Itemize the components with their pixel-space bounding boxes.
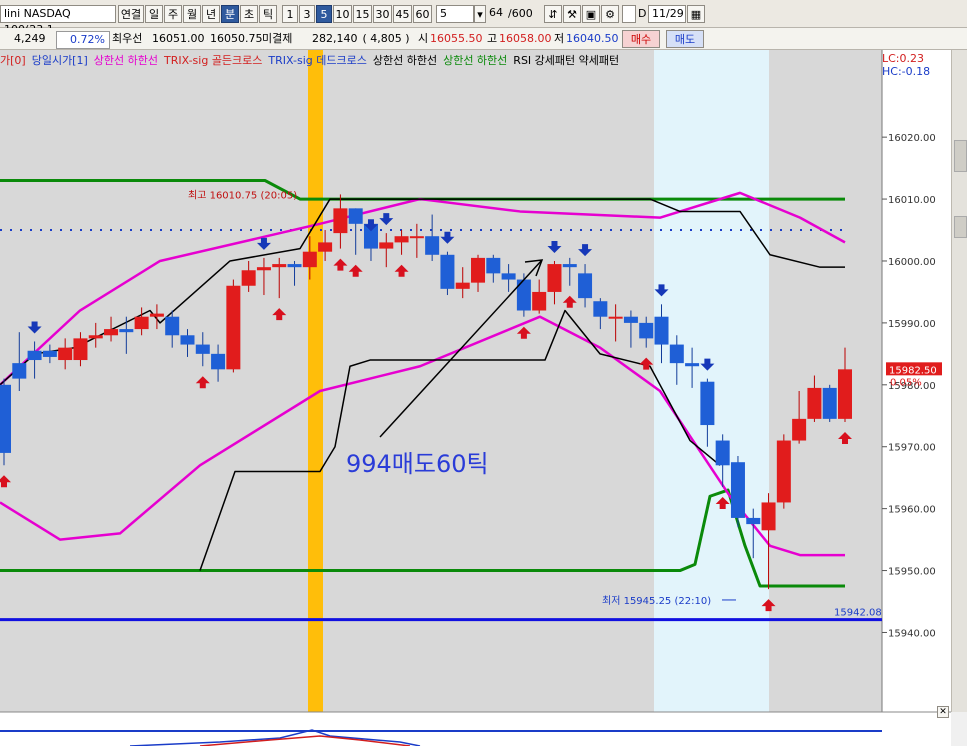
- candle-body: [302, 251, 317, 268]
- hc-value: HC:-0.18: [882, 65, 931, 78]
- y-tick-label: 15940.00: [888, 628, 936, 639]
- legend-item-5: 상한선 하한선: [372, 54, 438, 67]
- candle-body: [226, 285, 241, 370]
- candle-body: [241, 270, 256, 286]
- candle-body: [532, 291, 547, 311]
- candle-body: [838, 369, 852, 419]
- y-tick-label: 16010.00: [888, 195, 936, 206]
- candle-body: [486, 257, 501, 274]
- candle-body: [822, 387, 837, 419]
- candle-body: [211, 353, 226, 370]
- horizontal-blue-label: 15942.08: [834, 608, 882, 619]
- legend-item-0: 가[0]: [0, 54, 26, 67]
- candle-body: [180, 335, 195, 345]
- candle-body: [333, 208, 348, 234]
- y-tick-label: 15950.00: [888, 567, 936, 578]
- candle-body: [654, 316, 669, 345]
- candle-body: [287, 264, 302, 268]
- legend-item-1: 당일시가[1]: [31, 54, 88, 67]
- candle-body: [0, 384, 11, 453]
- candle-body: [256, 267, 271, 271]
- candle-body: [425, 236, 440, 255]
- y-tick-label: 16000.00: [888, 257, 936, 268]
- candle-body: [501, 273, 516, 280]
- candle-body: [669, 344, 684, 364]
- legend-item-7: RSI 강세패턴 약세패턴: [513, 54, 620, 67]
- sell-annotation: 994매도60틱: [346, 450, 489, 478]
- y-tick-label: 15990.00: [888, 319, 936, 330]
- indicator-legend: 가[0] 당일시가[1] 상한선 하한선 TRIX-sig 골든크로스 TRIX-sig…: [0, 52, 625, 70]
- scroll-thumb-2[interactable]: [954, 216, 967, 238]
- current-pct-label: 0.05%: [890, 377, 922, 388]
- candle-body: [792, 418, 807, 441]
- candle-body: [27, 350, 42, 361]
- candle-body: [440, 254, 455, 289]
- y-tick-label: 16020.00: [888, 133, 936, 144]
- candle-body: [409, 236, 424, 239]
- y-tick-label: 15970.00: [888, 443, 936, 454]
- candle-body: [104, 329, 119, 336]
- candle-body: [379, 242, 394, 249]
- candle-body: [700, 381, 715, 426]
- candle-body: [165, 316, 180, 336]
- candle-body: [807, 387, 822, 419]
- hc-box: LC:0.23 HC:-0.18: [882, 52, 930, 78]
- close-icon[interactable]: ✕: [937, 706, 949, 718]
- vertical-scrollbar[interactable]: [951, 50, 967, 712]
- candle-body: [730, 462, 745, 518]
- candle-body: [119, 329, 134, 333]
- legend-item-3: TRIX-sig 골든크로스: [163, 54, 263, 67]
- legend-item-6: 상한선 하한선: [443, 54, 508, 67]
- candle-body: [578, 273, 593, 299]
- candle-body: [608, 316, 623, 319]
- candle-body: [685, 363, 700, 367]
- candle-body: [776, 440, 791, 503]
- high-annotation: 최고 16010.75 (20:05): [188, 189, 297, 201]
- candle-body: [593, 301, 608, 317]
- candle-body: [715, 440, 730, 466]
- candle-body: [547, 264, 562, 292]
- candle-body: [272, 264, 287, 268]
- candle-body: [73, 338, 88, 361]
- sub-panel: [0, 712, 951, 746]
- legend-item-2: 상한선 하한선: [93, 54, 158, 67]
- scroll-thumb[interactable]: [954, 140, 967, 172]
- candle-body: [562, 264, 577, 268]
- candle-body: [318, 242, 333, 252]
- candle-body: [12, 363, 27, 379]
- candle-body: [42, 350, 57, 357]
- candle-body: [195, 344, 210, 354]
- candle-body: [455, 282, 470, 289]
- candle-body: [88, 335, 103, 339]
- legend-item-4: TRIX-sig 데드크로스: [268, 54, 367, 67]
- candle-body: [134, 316, 149, 330]
- y-tick-label: 15960.00: [888, 505, 936, 516]
- candle-body: [623, 316, 638, 323]
- candle-body: [639, 322, 654, 339]
- price-chart: 16020.0016010.0016000.0015990.0015980.00…: [0, 50, 951, 746]
- candle-body: [761, 502, 776, 531]
- candle-body: [348, 208, 363, 224]
- highlight-cyan-zone: [654, 50, 769, 712]
- candle-body: [471, 257, 486, 283]
- candle-body: [394, 236, 409, 243]
- candle-body: [149, 313, 164, 317]
- low-annotation: 최저 15945.25 (22:10): [602, 595, 711, 607]
- lc-value: LC:0.23: [882, 52, 925, 65]
- candle-body: [58, 347, 73, 361]
- candle-body: [746, 517, 761, 525]
- current-price-label: 15982.50: [889, 365, 937, 376]
